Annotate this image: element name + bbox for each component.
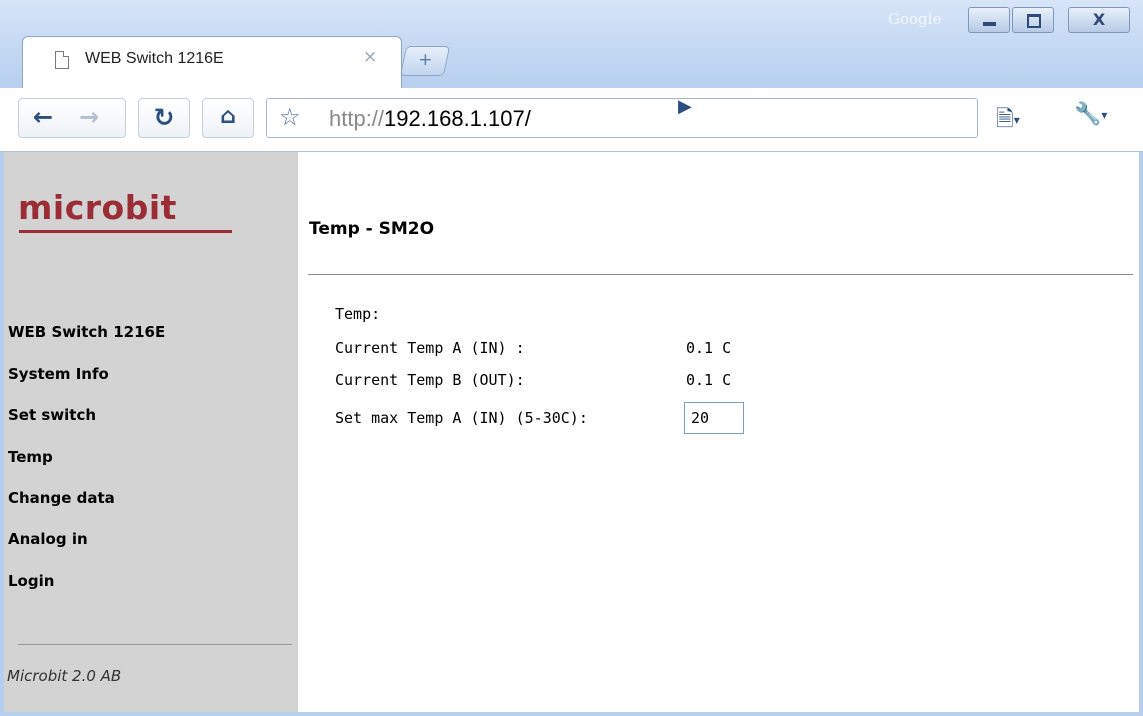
new-tab-button[interactable]: + xyxy=(399,46,451,76)
maximize-button[interactable] xyxy=(1012,7,1054,33)
logo-underline xyxy=(19,230,232,233)
page-menu-icon[interactable]: 🗎▾ xyxy=(996,102,1020,140)
minimize-button[interactable] xyxy=(968,7,1010,33)
page-icon xyxy=(55,51,69,69)
back-arrow-icon[interactable]: ← xyxy=(33,103,53,131)
title-divider xyxy=(308,274,1133,275)
sidebar-item-login[interactable]: Login xyxy=(8,572,54,590)
max-temp-input[interactable] xyxy=(684,402,744,434)
plus-icon: + xyxy=(418,50,433,70)
close-window-button[interactable]: X xyxy=(1068,7,1130,33)
wrench-menu-icon[interactable]: 🔧▾ xyxy=(1074,102,1107,127)
sidebar-item-web-switch[interactable]: WEB Switch 1216E xyxy=(8,323,165,341)
title-bar: Google X WEB Switch 1216E × + xyxy=(0,0,1143,88)
microbit-logo[interactable]: microbit xyxy=(18,188,177,227)
sidebar-item-temp[interactable]: Temp xyxy=(8,448,53,466)
sidebar-item-set-switch[interactable]: Set switch xyxy=(8,406,96,424)
sidebar-item-system-info[interactable]: System Info xyxy=(8,365,109,383)
sidebar-item-change-data[interactable]: Change data xyxy=(8,489,115,507)
close-icon: X xyxy=(1092,10,1106,29)
window-frame-bottom xyxy=(0,712,1143,716)
temp-a-label: Current Temp A (IN) : xyxy=(335,339,525,357)
home-icon: ⌂ xyxy=(220,104,236,129)
window-frame-right xyxy=(1139,152,1143,716)
back-forward-buttons[interactable]: ← → xyxy=(18,98,126,138)
sidebar-item-analog-in[interactable]: Analog in xyxy=(8,530,88,548)
temp-b-label: Current Temp B (OUT): xyxy=(335,371,525,389)
star-icon[interactable]: ☆ xyxy=(279,103,301,131)
main-content: Temp - SM2O Temp: Current Temp A (IN) : … xyxy=(298,152,1139,712)
browser-toolbar: ← → ↻ ⌂ ☆ http://192.168.1.107/ ▶ 🗎▾ 🔧▾ xyxy=(0,88,1143,152)
go-arrow-icon[interactable]: ▶ xyxy=(678,96,692,117)
google-brand-label: Google xyxy=(888,10,942,28)
address-bar[interactable]: ☆ http://192.168.1.107/ xyxy=(266,98,978,138)
reload-icon: ↻ xyxy=(153,103,175,132)
temp-a-value: 0.1 C xyxy=(686,339,732,357)
reload-button[interactable]: ↻ xyxy=(138,98,190,138)
url-scheme: http:// xyxy=(329,106,385,131)
page-title: Temp - SM2O xyxy=(309,219,435,239)
max-temp-label: Set max Temp A (IN) (5-30C): xyxy=(335,409,588,427)
forward-arrow-icon[interactable]: → xyxy=(79,103,99,131)
tab-title: WEB Switch 1216E xyxy=(85,50,224,67)
temp-heading: Temp: xyxy=(335,305,381,323)
temp-b-value: 0.1 C xyxy=(686,371,732,389)
home-button[interactable]: ⌂ xyxy=(202,98,254,138)
tab-close-icon[interactable]: × xyxy=(363,47,377,67)
url-host: 192.168.1.107/ xyxy=(384,106,531,131)
browser-window: Google X WEB Switch 1216E × + ← → ↻ ⌂ ☆ … xyxy=(0,0,1143,716)
sidebar-divider xyxy=(18,644,292,645)
url-text[interactable]: http://192.168.1.107/ xyxy=(329,106,531,132)
tab-web-switch[interactable]: WEB Switch 1216E × xyxy=(22,36,402,88)
sidebar: microbit WEB Switch 1216E System Info Se… xyxy=(4,152,298,712)
sidebar-footer: Microbit 2.0 AB xyxy=(7,667,122,685)
